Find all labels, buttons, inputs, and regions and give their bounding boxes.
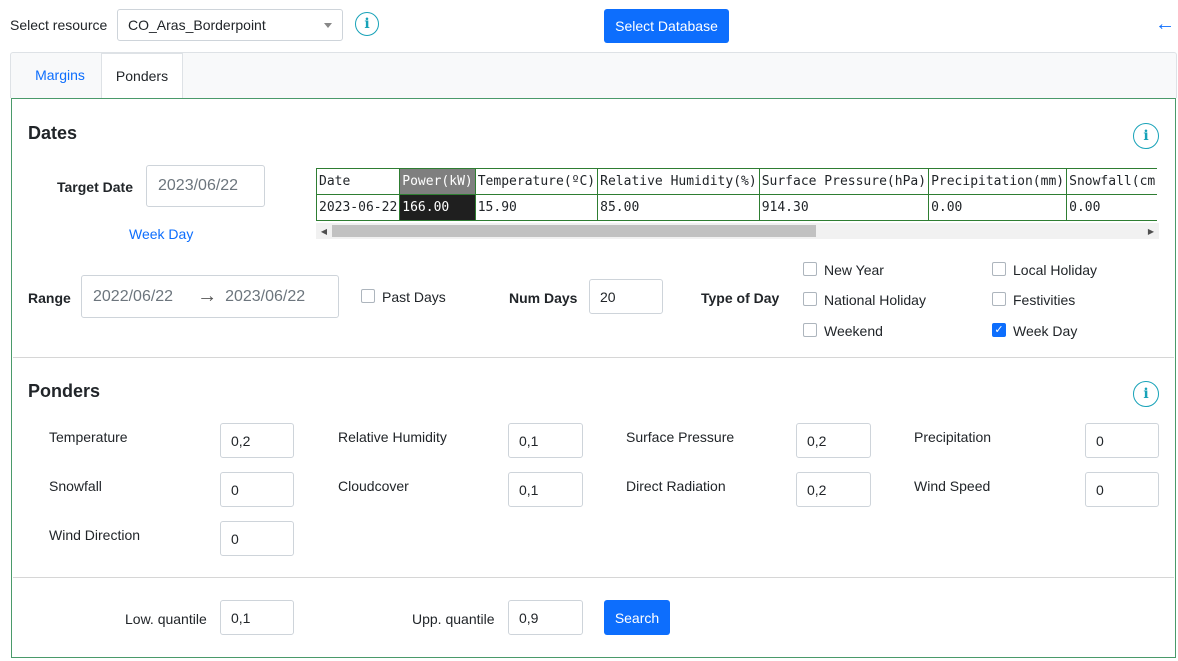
- select-database-button[interactable]: Select Database: [604, 9, 729, 43]
- info-circle-icon[interactable]: i: [355, 12, 379, 36]
- scroll-left-icon[interactable]: ◀: [316, 223, 332, 239]
- new-year-label: New Year: [824, 262, 884, 278]
- range-start-date[interactable]: 2022/06/22: [93, 288, 173, 306]
- target-date-label: Target Date: [57, 179, 133, 195]
- table-cell: 0.00: [928, 194, 1067, 221]
- week-day-link[interactable]: Week Day: [129, 226, 193, 242]
- ponder-input-wind-direction[interactable]: 0: [220, 521, 294, 556]
- ponder-input-precipitation[interactable]: 0: [1085, 423, 1159, 458]
- table-cell: 166.00: [399, 194, 476, 221]
- info-circle-icon[interactable]: i: [1133, 123, 1159, 149]
- column-header-surface-pressure[interactable]: Surface Pressure(hPa): [758, 168, 929, 195]
- weekend-label: Weekend: [824, 323, 883, 339]
- column-header-power[interactable]: Power(kW): [399, 168, 476, 195]
- ponder-label-direct-radiation: Direct Radiation: [626, 478, 726, 494]
- ponders-title: Ponders: [28, 381, 101, 401]
- select-resource-label: Select resource: [10, 17, 108, 33]
- ponder-input-wind-speed[interactable]: 0: [1085, 472, 1159, 507]
- date-range-picker[interactable]: 2022/06/22 → 2023/06/22: [81, 275, 339, 318]
- past-days-label: Past Days: [382, 289, 446, 305]
- table-header-row: Date Power(kW) Temperature(ºC) Relative …: [316, 168, 1158, 195]
- info-circle-icon[interactable]: i: [1133, 381, 1159, 407]
- new-year-checkbox[interactable]: [803, 262, 817, 276]
- range-label: Range: [28, 290, 71, 306]
- arrow-left-icon[interactable]: ←: [1155, 14, 1175, 34]
- upp-quantile-input[interactable]: 0,9: [508, 600, 583, 635]
- section-divider: [13, 357, 1174, 358]
- week-day-checkbox[interactable]: ✓: [992, 323, 1006, 337]
- arrow-right-icon: →: [197, 285, 218, 307]
- scrollbar-thumb[interactable]: [332, 225, 816, 237]
- tab-ponders[interactable]: Ponders: [101, 53, 183, 99]
- scroll-right-icon[interactable]: ▶: [1143, 223, 1159, 239]
- low-quantile-label: Low. quantile: [125, 611, 207, 627]
- column-header-temperature[interactable]: Temperature(ºC): [474, 168, 598, 195]
- table-cell: 2023-06-22: [316, 194, 400, 221]
- tab-bar: [10, 52, 1177, 98]
- search-button[interactable]: Search: [604, 600, 670, 635]
- festivities-checkbox[interactable]: [992, 292, 1006, 306]
- upp-quantile-label: Upp. quantile: [412, 611, 495, 627]
- resource-select-value: CO_Aras_Borderpoint: [128, 17, 266, 33]
- ponder-label-relative-humidity: Relative Humidity: [338, 429, 447, 445]
- num-days-label: Num Days: [509, 290, 578, 306]
- ponder-input-relative-humidity[interactable]: 0,1: [508, 423, 583, 458]
- ponder-input-snowfall[interactable]: 0: [220, 472, 294, 507]
- ponder-label-surface-pressure: Surface Pressure: [626, 429, 735, 445]
- table-row: 2023-06-22 166.00 15.90 85.00 914.30 0.0…: [316, 194, 1158, 221]
- table-cell: 0.00: [1066, 194, 1158, 221]
- ponder-label-precipitation: Precipitation: [914, 429, 992, 445]
- column-header-relative-humidity[interactable]: Relative Humidity(%): [597, 168, 760, 195]
- local-holiday-label: Local Holiday: [1013, 262, 1098, 278]
- type-of-day-label: Type of Day: [701, 290, 780, 306]
- past-days-checkbox[interactable]: [361, 289, 375, 303]
- dates-title: Dates: [28, 123, 78, 143]
- national-holiday-checkbox[interactable]: [803, 292, 817, 306]
- column-header-precipitation[interactable]: Precipitation(mm): [928, 168, 1067, 195]
- low-quantile-input[interactable]: 0,1: [220, 600, 294, 635]
- column-header-date[interactable]: Date: [316, 168, 400, 195]
- ponder-label-wind-speed: Wind Speed: [914, 478, 991, 494]
- week-day-label: Week Day: [1013, 323, 1078, 339]
- local-holiday-checkbox[interactable]: [992, 262, 1006, 276]
- ponder-label-snowfall: Snowfall: [49, 478, 102, 494]
- num-days-input[interactable]: 20: [589, 279, 663, 314]
- ponder-label-temperature: Temperature: [49, 429, 128, 445]
- range-end-date[interactable]: 2023/06/22: [225, 288, 305, 306]
- ponder-label-cloudcover: Cloudcover: [338, 478, 409, 494]
- ponder-input-temperature[interactable]: 0,2: [220, 423, 294, 458]
- column-header-snowfall[interactable]: Snowfall(cm: [1066, 168, 1158, 195]
- ponder-input-cloudcover[interactable]: 0,1: [508, 472, 583, 507]
- checkmark-icon: ✓: [994, 323, 1004, 336]
- weekend-checkbox[interactable]: [803, 323, 817, 337]
- tab-margins[interactable]: Margins: [20, 52, 100, 98]
- ponder-input-surface-pressure[interactable]: 0,2: [796, 423, 871, 458]
- target-date-input[interactable]: 2023/06/22: [146, 165, 265, 207]
- ponder-label-wind-direction: Wind Direction: [49, 527, 141, 543]
- table-cell: 914.30: [758, 194, 929, 221]
- table-cell: 85.00: [597, 194, 760, 221]
- table-cell: 15.90: [474, 194, 598, 221]
- national-holiday-label: National Holiday: [824, 292, 926, 308]
- ponder-input-direct-radiation[interactable]: 0,2: [796, 472, 871, 507]
- festivities-label: Festivities: [1013, 292, 1076, 308]
- table-horizontal-scrollbar[interactable]: ◀ ▶: [316, 223, 1159, 239]
- chevron-down-icon: [324, 22, 332, 28]
- resource-select[interactable]: CO_Aras_Borderpoint: [117, 9, 343, 41]
- data-table: Date Power(kW) Temperature(ºC) Relative …: [316, 168, 1158, 221]
- section-divider: [13, 577, 1174, 578]
